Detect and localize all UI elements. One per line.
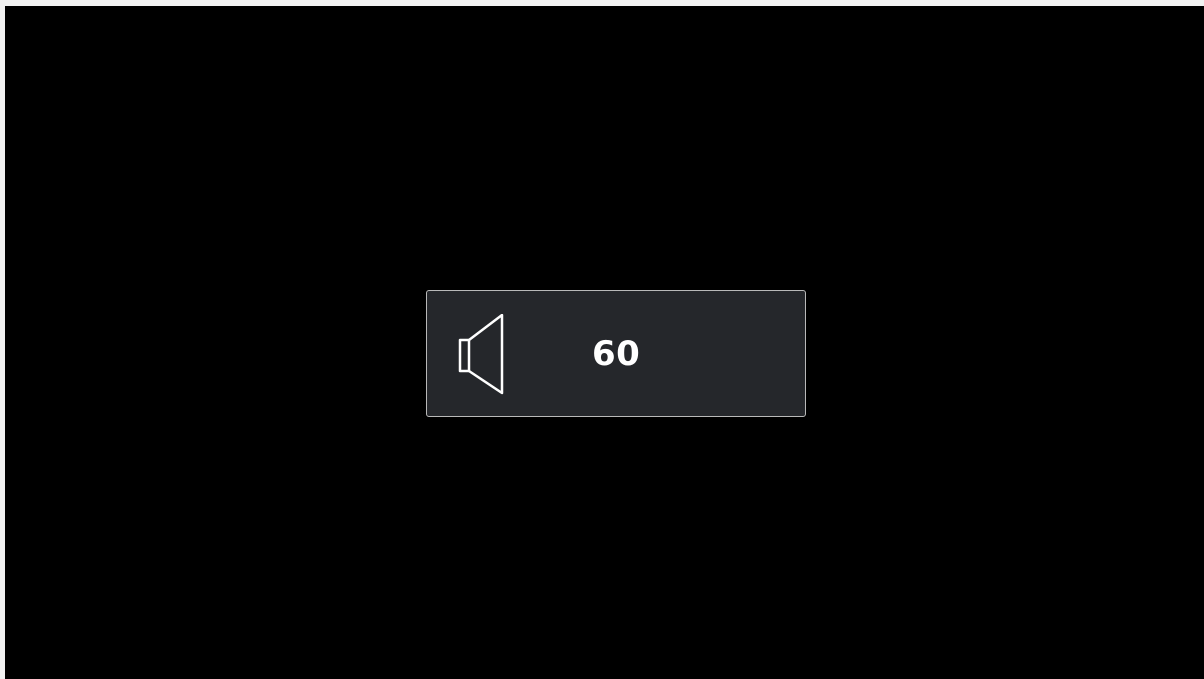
speaker-icon [458,313,506,396]
volume-level-value: 60 [592,334,641,374]
screen-background: 60 [5,6,1204,679]
volume-osd: 60 [426,290,806,417]
